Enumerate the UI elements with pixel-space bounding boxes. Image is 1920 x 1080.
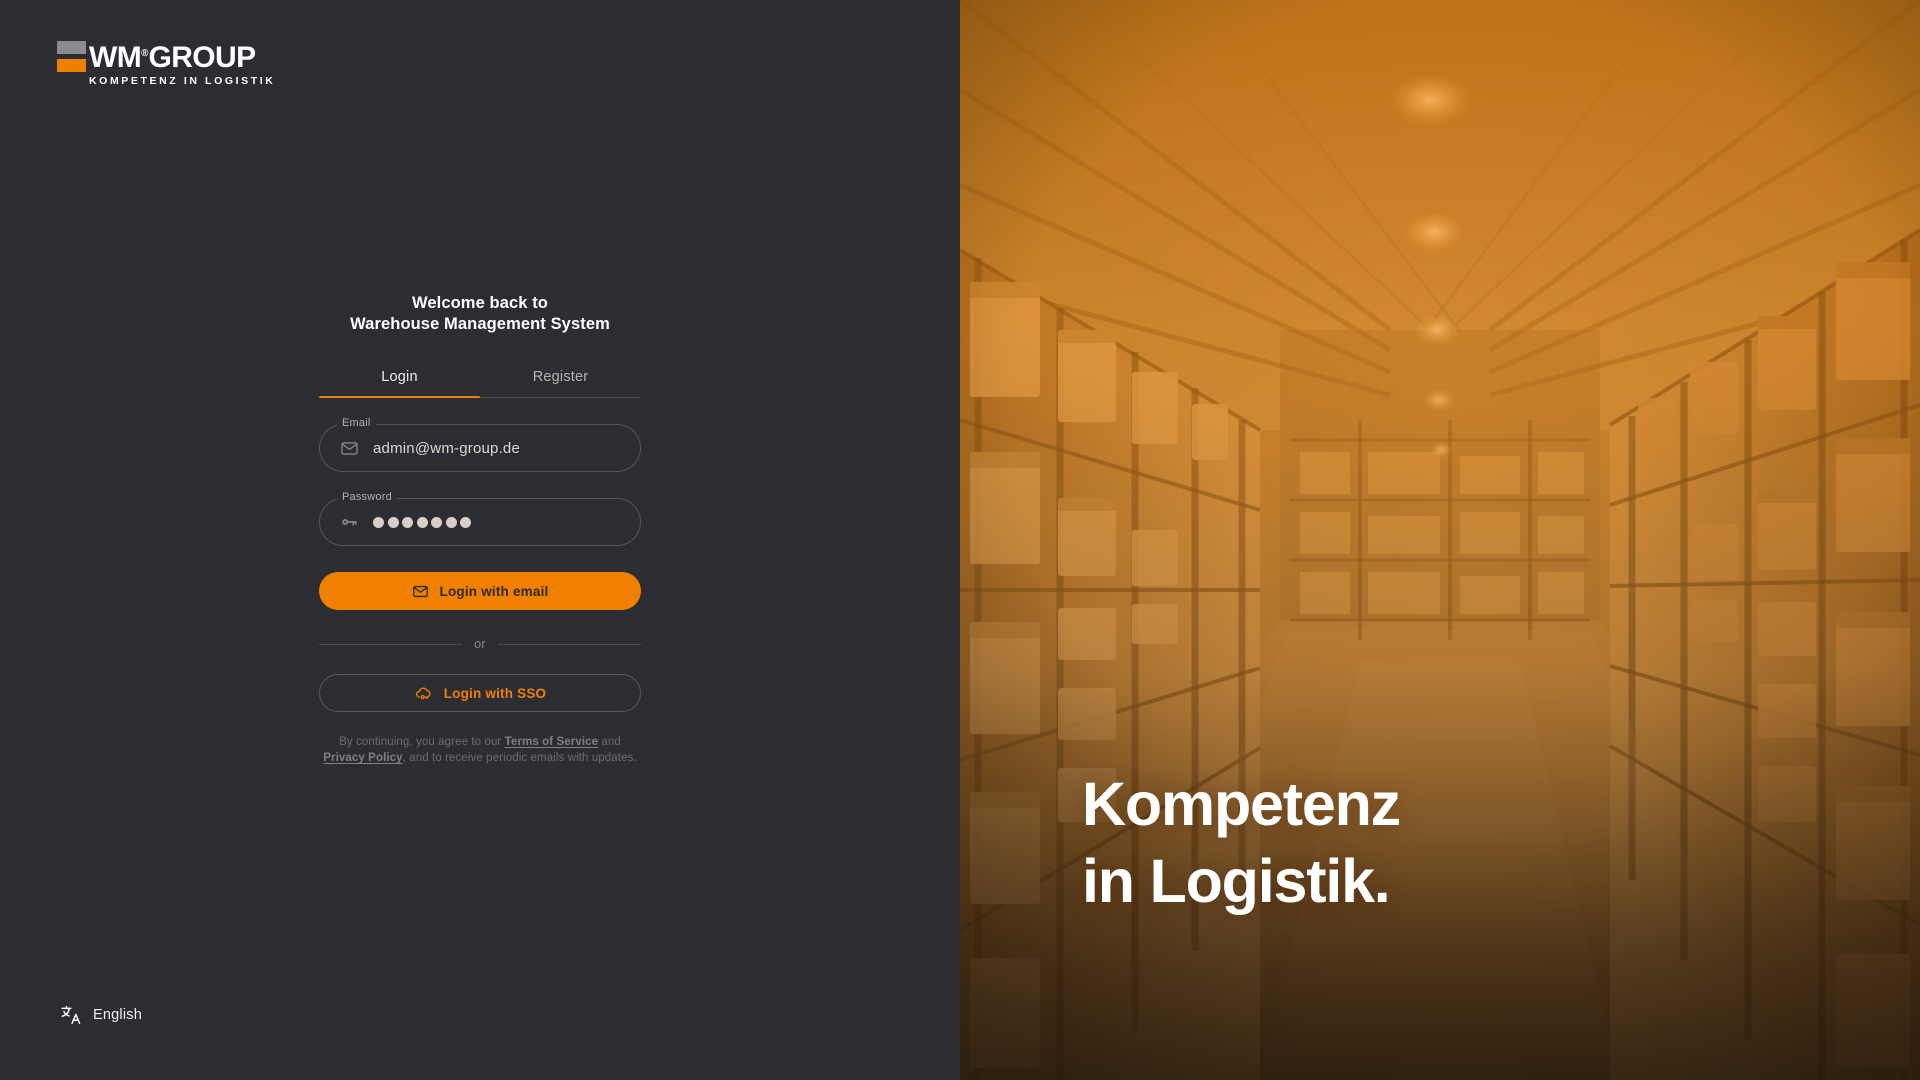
brand-tagline: KOMPETENZ IN LOGISTIK — [89, 75, 276, 87]
login-screen: WM®GROUP KOMPETENZ IN LOGISTIK Welcome b… — [0, 0, 1920, 1080]
brand-wordmark-prefix: WM — [89, 41, 142, 74]
brand-wordmark: WM®GROUP — [89, 38, 275, 73]
language-label: English — [93, 1007, 142, 1023]
legal-part-2: and — [598, 736, 621, 748]
divider-line-left — [319, 643, 463, 645]
wm-group-mark-icon — [57, 41, 86, 72]
page-title: Welcome back to Warehouse Management Sys… — [319, 293, 641, 334]
email-field[interactable]: Email — [319, 417, 641, 472]
translate-icon — [60, 1004, 82, 1026]
password-field-label: Password — [337, 491, 397, 504]
legal-part-3: , and to receive periodic emails with up… — [402, 752, 637, 764]
welcome-line-2: Warehouse Management System — [350, 314, 610, 333]
privacy-policy-link[interactable]: Privacy Policy — [323, 752, 402, 764]
password-masked-value[interactable] — [373, 516, 471, 528]
password-field[interactable]: Password — [319, 491, 641, 546]
terms-of-service-link[interactable]: Terms of Service — [505, 736, 598, 748]
key-icon — [339, 512, 359, 532]
cloud-key-icon — [414, 684, 433, 703]
brand-logo: WM®GROUP KOMPETENZ IN LOGISTIK — [57, 38, 275, 88]
login-form: Welcome back to Warehouse Management Sys… — [319, 293, 641, 766]
login-panel: WM®GROUP KOMPETENZ IN LOGISTIK Welcome b… — [0, 0, 960, 1080]
brand-wordmark-suffix: GROUP — [148, 41, 256, 74]
divider-label: or — [474, 637, 486, 651]
login-with-email-button[interactable]: Login with email — [319, 572, 641, 610]
login-with-sso-label: Login with SSO — [443, 685, 547, 701]
hero-headline: Kompetenz in Logistik. — [1082, 770, 1401, 915]
envelope-icon — [339, 438, 359, 458]
language-selector[interactable]: English — [60, 1004, 142, 1026]
login-with-sso-button[interactable]: Login with SSO — [319, 674, 641, 712]
tab-register[interactable]: Register — [480, 360, 641, 397]
or-divider: or — [319, 637, 641, 651]
divider-line-right — [497, 643, 641, 645]
legal-text: By continuing, you agree to our Terms of… — [319, 734, 641, 766]
tab-login[interactable]: Login — [319, 360, 480, 397]
welcome-line-1: Welcome back to — [412, 294, 548, 312]
email-input[interactable] — [373, 439, 621, 457]
email-field-label: Email — [337, 417, 376, 430]
legal-part-1: By continuing, you agree to our — [339, 736, 505, 748]
envelope-icon — [412, 583, 429, 600]
hero-panel: Kompetenz in Logistik. — [960, 0, 1920, 1080]
login-with-email-label: Login with email — [439, 583, 549, 599]
active-tab-indicator — [319, 395, 480, 398]
auth-tabs: Login Register — [319, 360, 641, 398]
